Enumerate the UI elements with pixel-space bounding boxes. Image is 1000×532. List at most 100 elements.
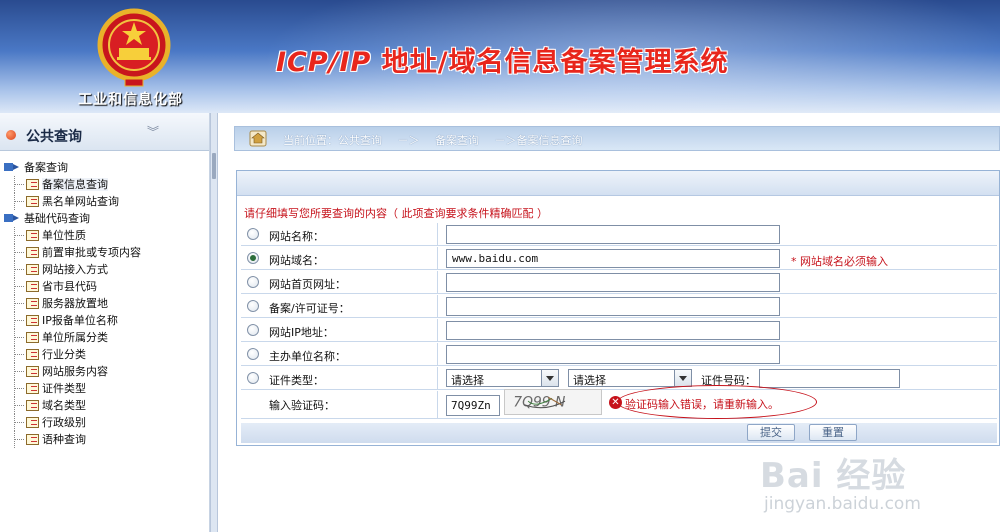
field-row-homepage: 网站首页网址： xyxy=(241,271,997,294)
radio-site-name[interactable] xyxy=(247,228,259,240)
nav-item[interactable]: 前置审批或专项内容 xyxy=(2,244,208,261)
system-title: ICP/IP 地址/域名信息备案管理系统 xyxy=(276,40,729,79)
document-icon xyxy=(26,383,39,394)
document-icon xyxy=(26,349,39,360)
field-label: 证件类型： xyxy=(269,374,324,387)
reset-button[interactable]: 重置 xyxy=(809,424,857,441)
nav-item[interactable]: 语种查询 xyxy=(2,431,208,448)
nav-item-label: 单位性质 xyxy=(42,229,86,242)
site-header: 工业和信息化部 ICP/IP 地址/域名信息备案管理系统 xyxy=(0,0,1000,113)
nav-item-label: 黑名单网站查询 xyxy=(42,195,119,208)
nav-item-label: 行政级别 xyxy=(42,416,86,429)
field-row-cert: 证件类型： 请选择 请选择 证件号码： xyxy=(241,367,997,390)
nav-item[interactable]: 网站接入方式 xyxy=(2,261,208,278)
query-form: 请仔细填写您所要查询的内容（ 此项查询要求条件精确匹配 ） 网站名称： 网站域名… xyxy=(236,170,1000,446)
cert-type-select[interactable]: 请选择 xyxy=(446,369,559,387)
nav-item[interactable]: 备案信息查询 xyxy=(2,176,208,193)
nav-item-label: 网站接入方式 xyxy=(42,263,108,276)
watermark-url: jingyan.baidu.com xyxy=(764,494,921,514)
nav-item[interactable]: 黑名单网站查询 xyxy=(2,193,208,210)
captcha-input[interactable] xyxy=(446,395,500,416)
nav-group[interactable]: 备案查询 xyxy=(2,159,208,176)
nav-item[interactable]: 单位性质 xyxy=(2,227,208,244)
breadcrumb-text: 当前位置：公共查询 －＞ 备案查询 －＞备案信息查询 xyxy=(283,132,595,148)
sidebar-title: 公共查询 xyxy=(26,129,82,145)
organizer-input[interactable] xyxy=(446,345,780,364)
homepage-input[interactable] xyxy=(446,273,780,292)
nav-item-label: 行业分类 xyxy=(42,348,86,361)
field-label: 网站名称： xyxy=(269,230,324,243)
national-emblem-icon xyxy=(97,8,171,87)
nav-item[interactable]: 行业分类 xyxy=(2,346,208,363)
document-icon xyxy=(26,179,39,190)
document-icon xyxy=(26,230,39,241)
nav-group[interactable]: 基础代码查询 xyxy=(2,210,208,227)
sidebar-splitter[interactable] xyxy=(210,113,218,532)
document-icon xyxy=(26,281,39,292)
field-row-ip: 网站IP地址： xyxy=(241,319,997,342)
radio-cert[interactable] xyxy=(247,372,259,384)
dropdown-arrow-icon[interactable] xyxy=(674,370,691,386)
nav-item-label: 省市县代码 xyxy=(42,280,97,293)
field-label: 网站域名： xyxy=(269,254,324,267)
system-title-latin: ICP/IP xyxy=(276,47,372,78)
nav-item-label: 网站服务内容 xyxy=(42,365,108,378)
field-row-site-name: 网站名称： xyxy=(241,223,997,246)
nav-tree: 备案查询备案信息查询 黑名单网站查询基础代码查询单位性质前置审批或专项内容 网站接入… xyxy=(2,159,208,448)
nav-item[interactable]: 证件类型 xyxy=(2,380,208,397)
breadcrumb-mid[interactable]: 备案查询 xyxy=(435,134,479,147)
ip-input[interactable] xyxy=(446,321,780,340)
nav-item[interactable]: 单位所属分类 xyxy=(2,329,208,346)
ministry-name: 工业和信息化部 xyxy=(78,92,183,108)
document-icon xyxy=(26,366,39,377)
cert-subtype-select[interactable]: 请选择 xyxy=(568,369,692,387)
cert-number-input[interactable] xyxy=(759,369,900,388)
nav-item[interactable]: IP报备单位名称 xyxy=(2,312,208,329)
field-label: 备案/许可证号： xyxy=(269,302,350,315)
bullet-icon xyxy=(6,130,16,140)
nav-item[interactable]: 域名类型 xyxy=(2,397,208,414)
document-icon xyxy=(26,332,39,343)
system-title-cn: 地址/域名信息备案管理系统 xyxy=(371,47,729,78)
radio-license[interactable] xyxy=(247,300,259,312)
license-input[interactable] xyxy=(446,297,780,316)
radio-homepage[interactable] xyxy=(247,276,259,288)
field-label: 主办单位名称： xyxy=(269,350,346,363)
nav-item-label: 前置审批或专项内容 xyxy=(42,246,141,259)
captcha-image[interactable]: 7Q99 N xyxy=(504,389,602,415)
radio-organizer[interactable] xyxy=(247,348,259,360)
document-icon xyxy=(26,247,39,258)
form-topbar xyxy=(237,171,999,196)
domain-input[interactable] xyxy=(446,249,780,268)
captcha-error-message: 验证码输入错误，请重新输入。 xyxy=(625,398,779,411)
domain-required-note: * 网站域名必须输入 xyxy=(791,255,888,268)
nav-item-label: 服务器放置地 xyxy=(42,297,108,310)
nav-item[interactable]: 服务器放置地 xyxy=(2,295,208,312)
document-icon xyxy=(26,417,39,428)
form-hint: 请仔细填写您所要查询的内容（ 此项查询要求条件精确匹配 ） xyxy=(244,207,548,220)
baidu-jingyan-watermark: Bai 经验 jingyan.baidu.com xyxy=(760,448,1000,532)
nav-item[interactable]: 省市县代码 xyxy=(2,278,208,295)
radio-ip[interactable] xyxy=(247,324,259,336)
watermark-logo: Bai 经验 xyxy=(760,456,907,496)
breadcrumb-prefix: 当前位置：公共查询 xyxy=(283,134,382,147)
radio-domain[interactable] xyxy=(247,252,259,264)
splitter-grip-icon[interactable] xyxy=(212,153,216,179)
document-icon xyxy=(26,196,39,207)
nav-item[interactable]: 行政级别 xyxy=(2,414,208,431)
collapse-chevron-icon[interactable]: ︾ xyxy=(147,123,159,140)
nav-group-label: 基础代码查询 xyxy=(24,212,90,225)
field-label: 网站首页网址： xyxy=(269,278,346,291)
dropdown-arrow-icon[interactable] xyxy=(541,370,558,386)
breadcrumb-sep: －＞ xyxy=(397,134,420,147)
document-icon xyxy=(26,264,39,275)
document-icon xyxy=(26,315,39,326)
submit-button[interactable]: 提交 xyxy=(747,424,795,441)
nav-item-label: 备案信息查询 xyxy=(42,178,108,191)
sidebar-header[interactable]: 公共查询 ︾ xyxy=(0,113,209,151)
nav-item[interactable]: 网站服务内容 xyxy=(2,363,208,380)
site-name-input[interactable] xyxy=(446,225,780,244)
breadcrumb-tail: －＞备案信息查询 xyxy=(494,134,583,147)
nav-item-label: 域名类型 xyxy=(42,399,86,412)
home-icon[interactable] xyxy=(249,130,267,147)
